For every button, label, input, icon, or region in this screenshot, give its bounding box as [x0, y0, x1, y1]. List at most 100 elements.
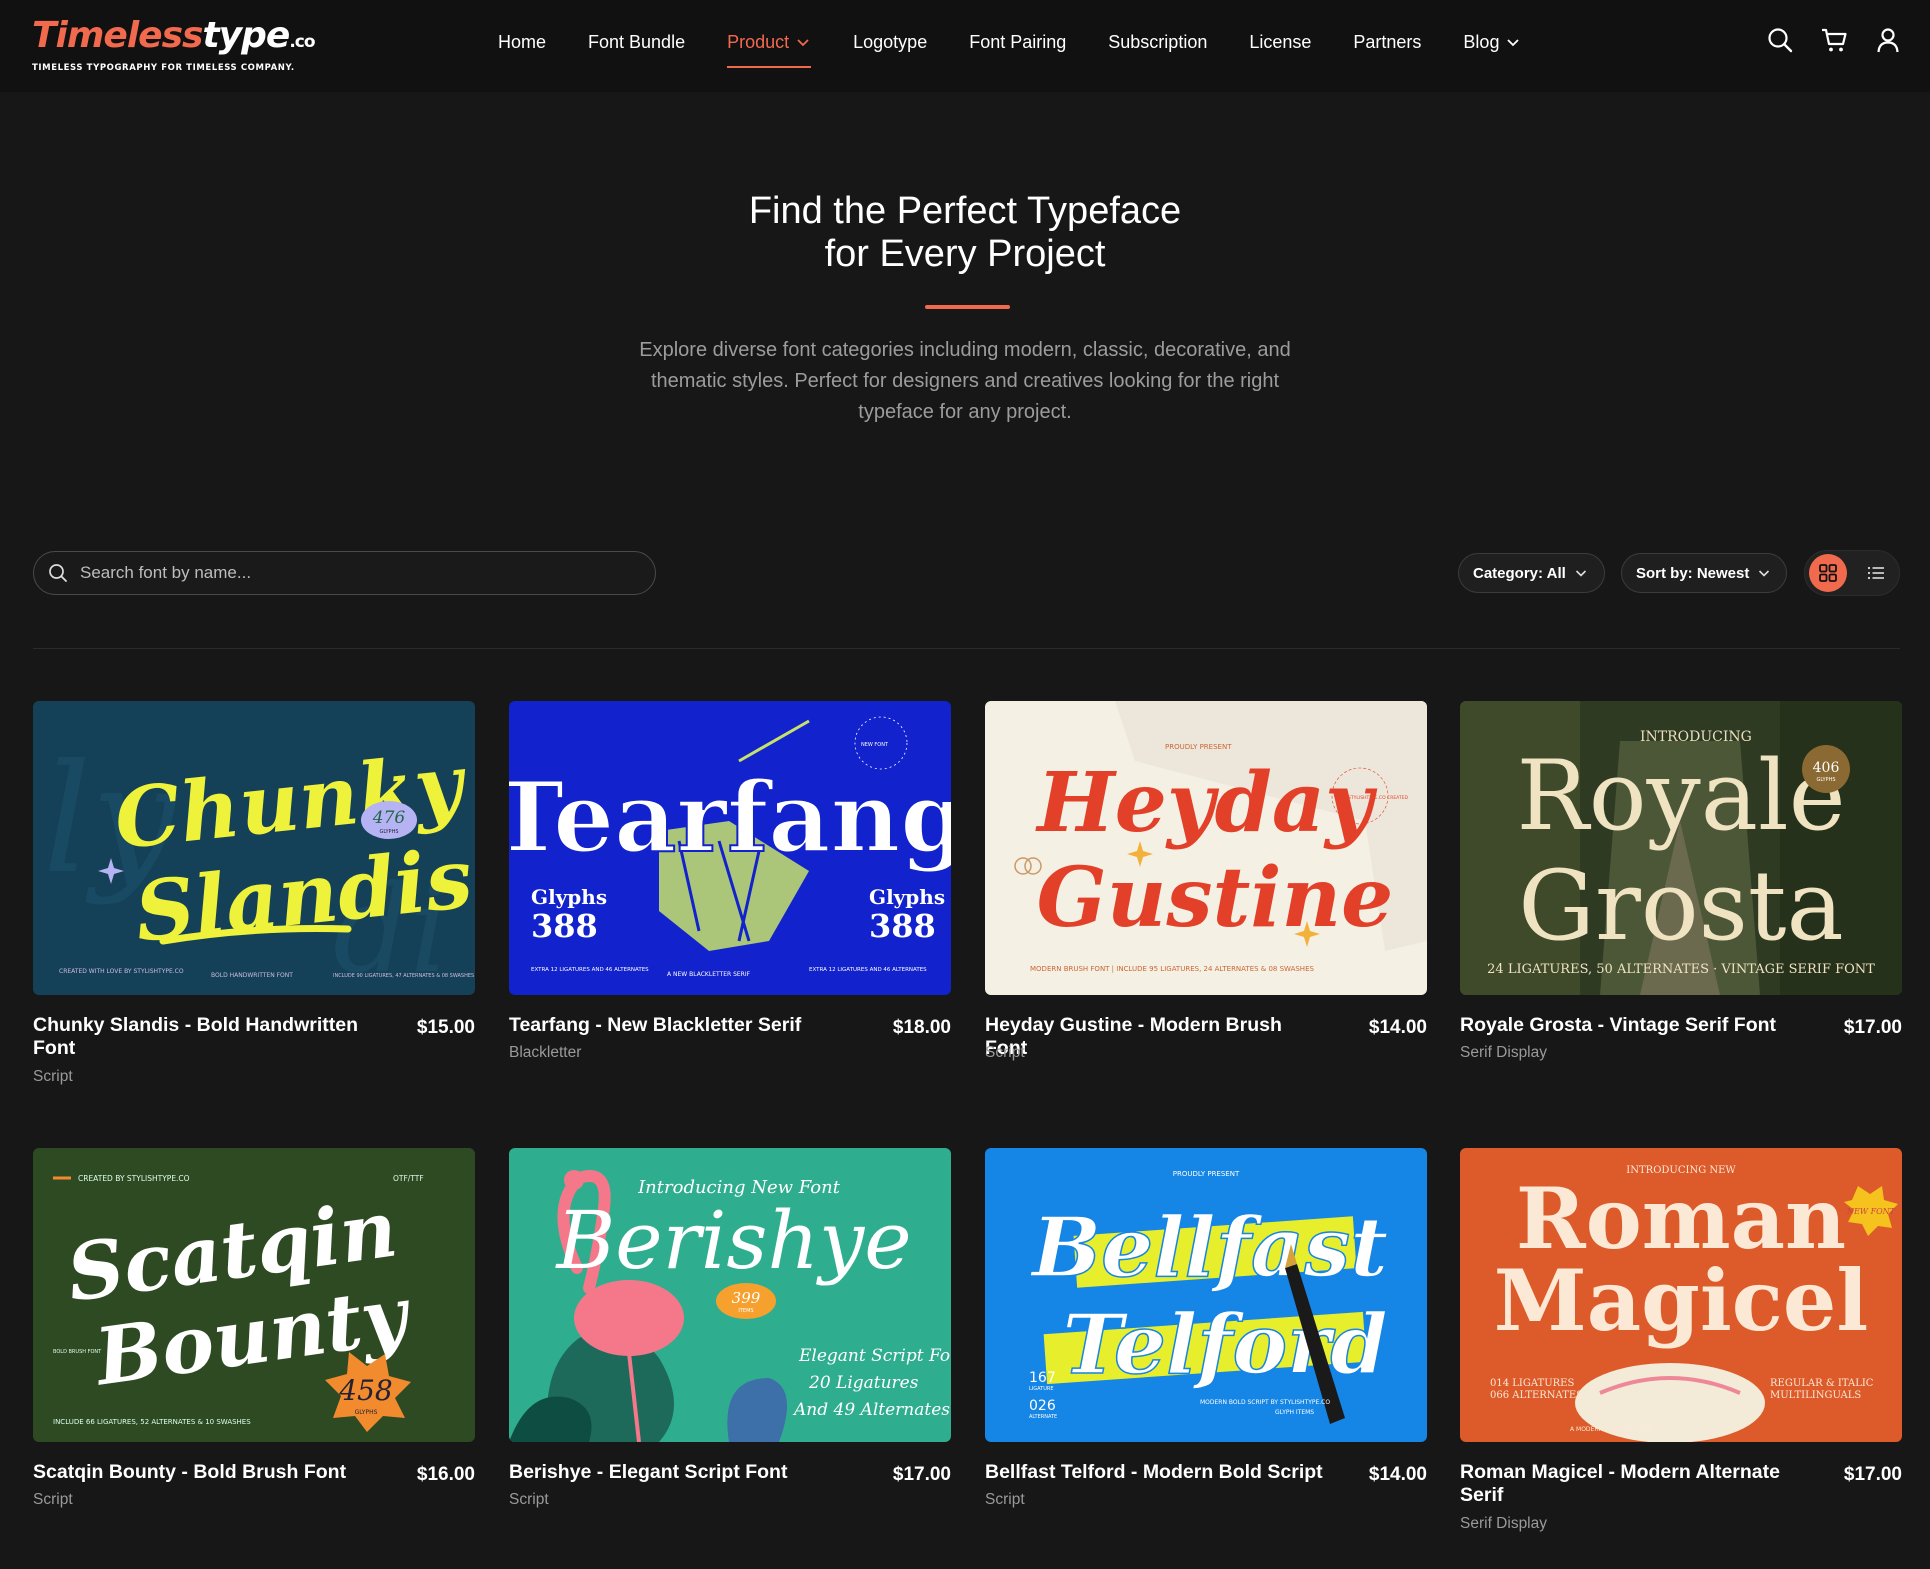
- list-icon: [1867, 566, 1884, 580]
- art-title-line1: Berishye: [554, 1194, 911, 1287]
- product-category: Serif Display: [1460, 1044, 1547, 1061]
- art-badge: NEW FONT: [1846, 1207, 1896, 1216]
- nav-item-font-pairing[interactable]: Font Pairing: [969, 0, 1066, 84]
- list-view-button[interactable]: [1857, 554, 1895, 592]
- art-right-num: 388: [869, 907, 936, 945]
- product-card: PROUDLY PRESENT Heyday Gustine BY STYLIS…: [985, 701, 1427, 1061]
- nav-item-font-bundle[interactable]: Font Bundle: [588, 0, 685, 84]
- product-thumbnail[interactable]: INTRODUCING Royale Grosta 406 GLYPHS 24 …: [1460, 701, 1902, 995]
- art-ring-text: BY STYLISHTYPE.CO CREATED: [1341, 795, 1408, 801]
- art-footer2: GLYPH ITEMS: [1275, 1409, 1314, 1416]
- art-ring-text: NEW FONT: [861, 742, 889, 748]
- nav-item-product[interactable]: Product: [727, 0, 812, 84]
- art-footer-right: EXTRA 12 LIGATURES AND 46 ALTERNATES: [809, 967, 927, 973]
- art-badge-sub: GLYPHS: [1817, 777, 1836, 783]
- product-thumbnail[interactable]: PROUDLY PRESENT Heyday Gustine BY STYLIS…: [985, 701, 1427, 995]
- product-title[interactable]: Heyday Gustine - Modern Brush Font: [985, 1014, 1325, 1060]
- product-card: Tearfang Glyphs 388 Glyphs 388 EXTRA 12 …: [509, 701, 951, 1061]
- product-card: INTRODUCING Royale Grosta 406 GLYPHS 24 …: [1460, 701, 1902, 1061]
- product-title[interactable]: Bellfast Telford - Modern Bold Script: [985, 1461, 1325, 1484]
- art-stat1: 167: [1029, 1370, 1056, 1386]
- art-left1: 014 LIGATURES: [1490, 1378, 1574, 1389]
- product-title[interactable]: Tearfang - New Blackletter Serif: [509, 1014, 849, 1037]
- art-footer-left: CREATED WITH LOVE BY STYLISHTYPE.CO: [59, 968, 184, 975]
- product-price: $18.00: [892, 1017, 951, 1038]
- site-logo[interactable]: Timelesstype.co TIMELESS TYPOGRAPHY FOR …: [32, 16, 316, 74]
- search-icon: [49, 564, 67, 582]
- product-category: Script: [33, 1491, 73, 1508]
- art-left-label: Glyphs: [531, 885, 607, 909]
- grid-icon: [1819, 564, 1837, 582]
- product-title[interactable]: Berishye - Elegant Script Font: [509, 1461, 849, 1484]
- user-icon[interactable]: [1874, 26, 1902, 54]
- product-title[interactable]: Royale Grosta - Vintage Serif Font: [1460, 1014, 1800, 1037]
- product-thumbnail[interactable]: PROUDLY PRESENT Bellfast Telford 167 LIG…: [985, 1148, 1427, 1442]
- art-footer: MODERN BRUSH FONT | INCLUDE 95 LIGATURES…: [1030, 965, 1314, 973]
- section-divider: [33, 648, 1900, 649]
- product-card: INTRODUCING NEW Roman Magicel NEW FONT 0…: [1460, 1148, 1902, 1532]
- art-right2: MULTILINGUALS: [1770, 1390, 1861, 1401]
- product-title[interactable]: Chunky Slandis - Bold Handwritten Font: [33, 1014, 373, 1060]
- product-price: $14.00: [1368, 1464, 1427, 1485]
- nav-item-partners[interactable]: Partners: [1353, 0, 1421, 84]
- art-title-line1: Tearfang: [509, 761, 951, 874]
- product-price: $16.00: [416, 1464, 475, 1485]
- product-card: CREATED BY STYLISHTYPE.CO OTF/TTF Scatqi…: [33, 1148, 475, 1508]
- header-actions: [1766, 26, 1902, 54]
- nav-item-license[interactable]: License: [1249, 0, 1311, 84]
- search-box: [33, 551, 656, 595]
- logo-tagline: TIMELESS TYPOGRAPHY FOR TIMELESS COMPANY…: [32, 63, 295, 73]
- nav-item-blog[interactable]: Blog: [1463, 0, 1521, 84]
- product-card: Introducing New Font Berishye 399 ITEMS …: [509, 1148, 951, 1508]
- art-badge: 399: [732, 1289, 761, 1307]
- product-category: Script: [33, 1068, 73, 1085]
- art-badge-sub: GLYPHS: [380, 829, 399, 835]
- art-title-line2: Magicel: [1494, 1251, 1869, 1350]
- art-badge: 406: [1813, 760, 1840, 776]
- nav-item-subscription[interactable]: Subscription: [1108, 0, 1207, 84]
- art-top-left: CREATED BY STYLISHTYPE.CO: [78, 1174, 190, 1183]
- art-top-right: OTF/TTF: [393, 1174, 424, 1183]
- product-price: $17.00: [1843, 1464, 1902, 1485]
- art-footer: A MODERN ... STYLISHTYPE.CO: [1570, 1426, 1663, 1433]
- art-title-line2: Telford: [1062, 1297, 1387, 1393]
- nav-item-home[interactable]: Home: [498, 0, 546, 84]
- page-description: Explore diverse font categories includin…: [639, 339, 1291, 423]
- art-ring-text: BOLD BRUSH FONT: [53, 1349, 102, 1355]
- product-thumbnail[interactable]: Tearfang Glyphs 388 Glyphs 388 EXTRA 12 …: [509, 701, 951, 995]
- art-badge-sub: GLYPHS: [355, 1409, 378, 1416]
- grid-view-button[interactable]: [1809, 554, 1847, 592]
- art-right-label: Glyphs: [869, 885, 945, 909]
- product-category: Script: [985, 1044, 1025, 1061]
- product-price: $17.00: [1843, 1017, 1902, 1038]
- product-title[interactable]: Scatqin Bounty - Bold Brush Font: [33, 1461, 373, 1484]
- sort-dropdown[interactable]: Sort by: Newest: [1621, 553, 1787, 593]
- chevron-down-icon: [1575, 570, 1586, 577]
- product-category: Blackletter: [509, 1044, 582, 1061]
- category-filter[interactable]: Category: All: [1458, 553, 1605, 593]
- art-stat2-sub: ALTERNATE: [1029, 1414, 1057, 1420]
- product-price: $15.00: [416, 1017, 475, 1038]
- art-footer-right: INCLUDE 90 LIGATURES, 47 ALTERNATES & 08…: [333, 973, 474, 979]
- art-badge-sub: ITEMS: [738, 1308, 753, 1314]
- art-left-num: 388: [531, 907, 598, 945]
- cart-icon[interactable]: [1820, 26, 1848, 54]
- product-title[interactable]: Roman Magicel - Modern Alternate Serif: [1460, 1461, 1800, 1507]
- product-card: PROUDLY PRESENT Bellfast Telford 167 LIG…: [985, 1148, 1427, 1508]
- art-title-line2: Gustine: [1037, 850, 1394, 946]
- search-input[interactable]: [80, 563, 640, 583]
- product-thumbnail[interactable]: Introducing New Font Berishye 399 ITEMS …: [509, 1148, 951, 1442]
- art-title-line2: Grosta: [1518, 850, 1843, 962]
- art-top: PROUDLY PRESENT: [1165, 743, 1232, 751]
- art-sub3: And 49 Alternates: [792, 1400, 950, 1420]
- art-sub2: 20 Ligatures: [808, 1373, 919, 1393]
- search-icon[interactable]: [1766, 26, 1794, 54]
- product-thumbnail[interactable]: ly di Chunky Slandis 476 GLYPHS CREATED …: [33, 701, 475, 995]
- title-underline: [925, 305, 1010, 309]
- art-title-line1: Royale: [1516, 740, 1845, 852]
- view-toggle: [1804, 550, 1900, 596]
- product-thumbnail[interactable]: CREATED BY STYLISHTYPE.CO OTF/TTF Scatqi…: [33, 1148, 475, 1442]
- art-sub1: Elegant Script Font: [798, 1346, 951, 1366]
- nav-item-logotype[interactable]: Logotype: [853, 0, 927, 84]
- product-thumbnail[interactable]: INTRODUCING NEW Roman Magicel NEW FONT 0…: [1460, 1148, 1902, 1442]
